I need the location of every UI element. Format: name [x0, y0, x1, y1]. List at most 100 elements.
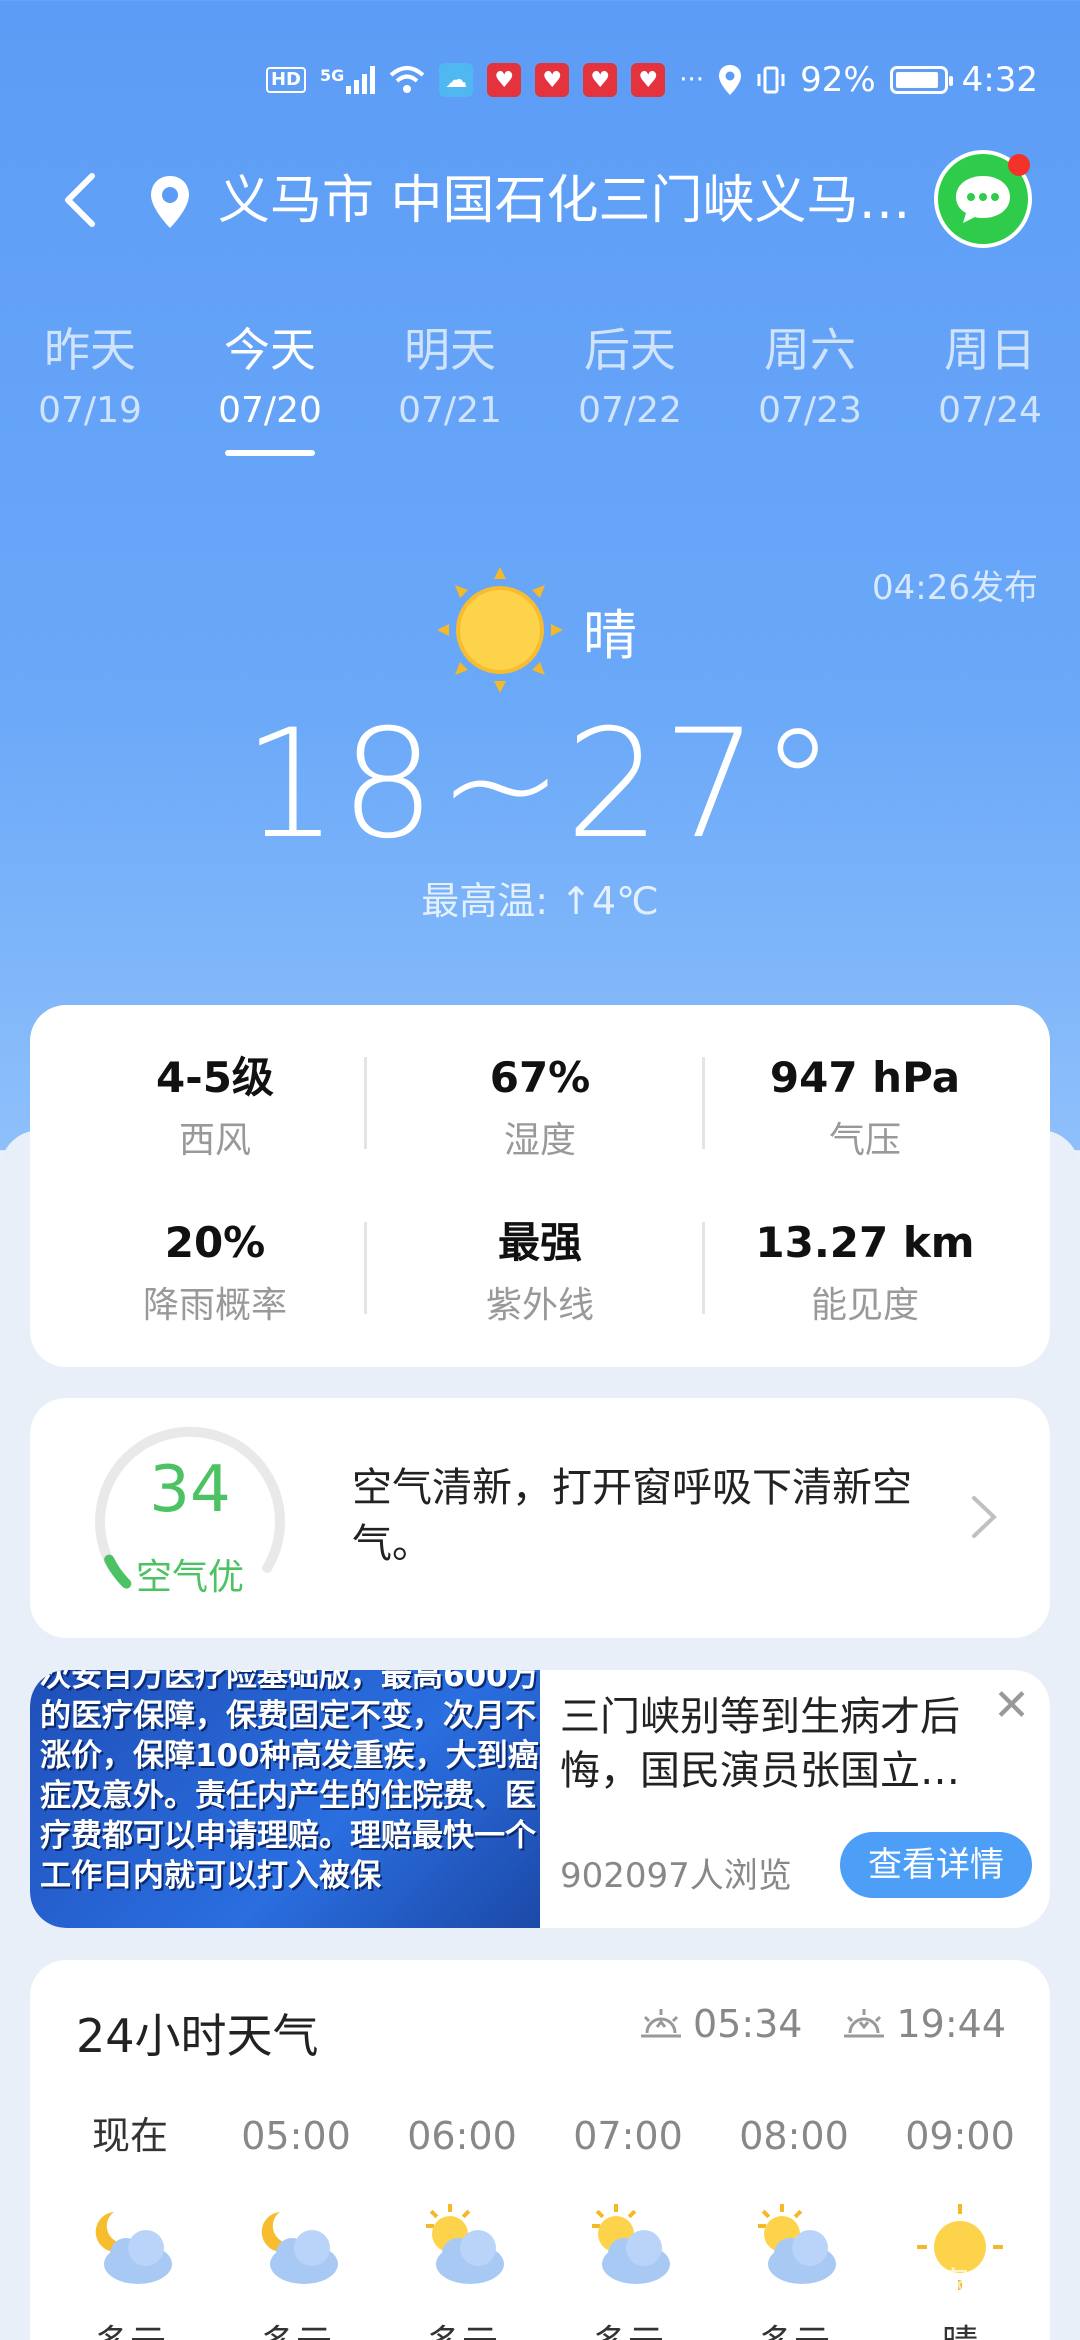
ad-view-count: 902097人浏览 [560, 1856, 792, 1896]
network-type: 5G [320, 66, 345, 85]
hour-item: 06:00 多云 [382, 2110, 542, 2340]
status-bar: HD 5G ☁ ♥ ♥ ♥ ♥ ··· 92% 4:32 [265, 52, 1038, 108]
sunset-icon [844, 2009, 885, 2038]
hour-time: 08:00 [739, 2114, 849, 2158]
hour-item: 05:00 多云 [216, 2110, 376, 2340]
stat-label: 降雨概率 [142, 1285, 287, 1326]
day-tab[interactable]: 昨天 07/19 [0, 320, 180, 436]
stat-value: 947 hPa [769, 1053, 961, 1102]
sun-cloud-icon [382, 2202, 542, 2302]
active-underline [225, 450, 315, 456]
clock: 4:32 [961, 60, 1038, 100]
current-condition: 晴 [435, 565, 637, 695]
stat-label: 湿度 [503, 1120, 576, 1161]
divider [364, 1222, 367, 1314]
stat-rain-chance: 20% 降雨概率 [65, 1215, 365, 1331]
sun-icon [437, 567, 563, 693]
wifi-icon [389, 65, 425, 95]
sun-cloud-icon [548, 2202, 708, 2302]
stat-label: 能见度 [810, 1285, 919, 1326]
unread-dot [1008, 154, 1030, 176]
ad-image[interactable]: 次安百万医疗险基础版，最高600万的医疗保障，保费固定不变，次月不涨价，保障10… [30, 1670, 540, 1928]
sunrise: 05:34 [639, 2002, 802, 2046]
hour-condition: 多云 [714, 2314, 874, 2340]
ad-title[interactable]: 三门峡别等到生病才后悔，国民演员张国立… [560, 1690, 1000, 1798]
hour-time: 09:00 [905, 2114, 1015, 2158]
hour-condition: 多云 [216, 2314, 376, 2340]
stat-wind: 4-5级西风 [65, 1050, 365, 1166]
location-status-icon [718, 64, 742, 96]
chat-button[interactable] [934, 150, 1032, 248]
temperature-note: 最高温: ↑4℃ [421, 879, 659, 923]
close-icon[interactable]: ✕ [993, 1680, 1030, 1731]
air-quality-card[interactable]: 34 空气优 空气清新，打开窗呼吸下清新空气。 [30, 1398, 1050, 1638]
day-tab[interactable]: 后天 07/22 [540, 320, 720, 436]
stat-humidity: 67% 湿度 [390, 1050, 690, 1166]
location-header: 义马市 中国石化三门峡义马… [0, 150, 1080, 250]
stat-visibility: 13.27 km 能见度 [715, 1215, 1015, 1331]
back-button[interactable] [58, 170, 108, 230]
day-date: 07/21 [398, 390, 502, 431]
hour-time: 06:00 [407, 2114, 517, 2158]
divider [702, 1222, 705, 1314]
day-tabs: 昨天 07/19 今天 07/20 明天 07/21 后天 07/22 周六 07/23 … [0, 320, 1080, 456]
sunset-time: 19:44 [896, 2002, 1006, 2046]
more-notifications-icon: ··· [679, 65, 705, 95]
hour-time: 07:00 [573, 2114, 683, 2158]
hour-item: 08:00 多云 [714, 2110, 874, 2340]
weather-details-card: 4-5级西风 67% 湿度 947 hPa 气压 20% 降雨概率 最强紫外线 13.… [30, 1005, 1050, 1367]
day-name: 周日 [944, 323, 1036, 377]
stat-uv: 最强 紫外线 [390, 1215, 690, 1331]
divider [702, 1057, 705, 1149]
day-tab[interactable]: 周六 07/23 [720, 320, 900, 436]
stat-value: 4-5级 [156, 1053, 274, 1102]
sun-times: 05:34 19:44 [639, 2002, 1006, 2046]
location-pin-icon [148, 174, 196, 230]
stat-value: 67% [489, 1053, 591, 1102]
stat-value: 13.27 km [755, 1218, 975, 1267]
day-tab[interactable]: 今天 07/20 [180, 320, 360, 456]
stat-value: 最强 [497, 1218, 582, 1267]
chat-bubble-icon [956, 176, 1010, 223]
view-details-button[interactable]: 查看详情 [840, 1832, 1032, 1898]
hour-time: 现在 [91, 2114, 168, 2158]
hour-item: 09:00 晴 [880, 2110, 1040, 2340]
day-date: 07/20 [218, 390, 322, 431]
day-date: 07/22 [578, 390, 682, 431]
day-date: 07/19 [38, 390, 142, 431]
stat-label: 紫外线 [485, 1285, 594, 1326]
hour-condition: 多云 [548, 2314, 708, 2340]
aqi-level: 空气优 [135, 1557, 244, 1598]
app-notification-icon: ♥ [487, 63, 522, 97]
stat-pressure: 947 hPa 气压 [715, 1050, 1015, 1166]
stat-label: 气压 [828, 1120, 901, 1161]
day-name: 周六 [764, 323, 856, 377]
battery-percent: 92% [800, 60, 876, 100]
weather-app-icon: ☁ [439, 63, 474, 97]
temperature-range: 18~27° [242, 698, 838, 872]
chevron-right-icon [970, 1490, 998, 1553]
hourly-title: 24小时天气 [76, 2009, 319, 2063]
hour-time: 05:00 [241, 2114, 351, 2158]
hd-icon: HD [265, 67, 306, 93]
day-tab[interactable]: 明天 07/21 [360, 320, 540, 436]
hour-condition: 多云 [50, 2314, 210, 2340]
hour-item: 现在多云 [50, 2110, 210, 2340]
aqi-value: 34 [149, 1453, 231, 1527]
hour-item: 07:00 多云 [548, 2110, 708, 2340]
hourly-list: 现在多云 05:00 多云 06:00 多云 07:00 多云 08:00 多云 09:00 晴 [50, 2110, 1040, 2340]
app-notification-icon: ♥ [535, 63, 570, 97]
moon-cloud-icon [50, 2202, 210, 2302]
condition-text: 晴 [583, 603, 637, 667]
hour-condition: 多云 [382, 2314, 542, 2340]
moon-cloud-icon [216, 2202, 376, 2302]
stat-label: 西风 [178, 1120, 251, 1161]
sunset: 19:44 [842, 2002, 1006, 2046]
app-notification-icon: ♥ [631, 63, 666, 97]
day-name: 今天 [224, 323, 316, 377]
ad-card[interactable]: 次安百万医疗险基础版，最高600万的医疗保障，保费固定不变，次月不涨价，保障10… [30, 1670, 1050, 1928]
location-title[interactable]: 义马市 中国石化三门峡义马… [218, 168, 938, 234]
day-name: 后天 [584, 323, 676, 377]
ad-image-text: 次安百万医疗险基础版，最高600万的医疗保障，保费固定不变，次月不涨价，保障10… [40, 1670, 539, 1894]
day-tab[interactable]: 周日 07/24 [900, 320, 1080, 436]
